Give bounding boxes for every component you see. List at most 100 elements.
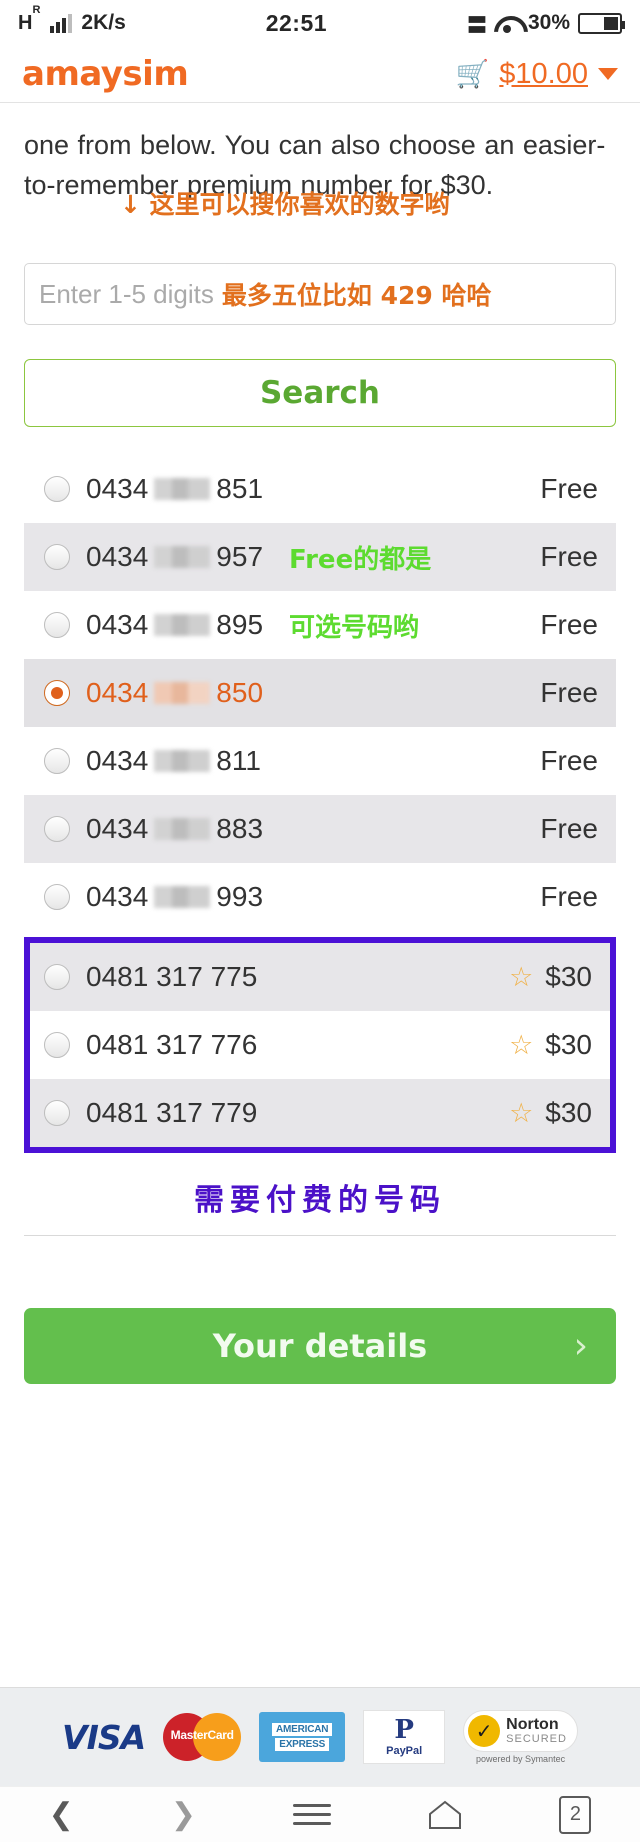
visa-badge: VISA xyxy=(62,1717,146,1757)
price-label: $30 xyxy=(545,1097,592,1128)
price-label: $30 xyxy=(545,1029,592,1060)
price-label: Free xyxy=(540,813,598,844)
norton-secured-badge: ✓ Norton SECURED powered by Symantec xyxy=(463,1709,578,1765)
payment-badges: VISA MasterCard AMERICAN EXPRESS P PayPa… xyxy=(0,1688,640,1786)
radio-button[interactable] xyxy=(44,884,70,910)
masked-digits xyxy=(154,886,211,908)
annotation-search-input: 最多五位比如 429 哈哈 xyxy=(221,281,492,310)
browser-nav-bar: ❮ ❯ 2 xyxy=(0,1786,640,1842)
chevron-right-icon[interactable]: ❯ xyxy=(171,1799,196,1830)
signal-bars-icon xyxy=(50,13,73,33)
star-icon: ☆ xyxy=(509,1097,534,1128)
table-row[interactable]: 0434 957 Free的都是 Free xyxy=(24,523,616,591)
your-details-label: Your details xyxy=(212,1327,428,1365)
price-label: Free xyxy=(540,609,598,640)
status-clock: 22:51 xyxy=(265,9,328,36)
annotation-free-1: Free的都是 xyxy=(289,544,432,575)
masked-digits xyxy=(154,750,211,772)
star-icon: ☆ xyxy=(509,961,534,992)
table-row[interactable]: 0481 317 775 ☆ $30 xyxy=(30,943,610,1011)
wifi-icon xyxy=(494,14,520,33)
price-wrapper: ☆ $30 xyxy=(509,1097,592,1129)
section-divider xyxy=(24,1235,616,1236)
table-row[interactable]: 0481 317 776 ☆ $30 xyxy=(30,1011,610,1079)
table-row[interactable]: 0434 851 Free xyxy=(24,455,616,523)
status-left: HR 2K/s xyxy=(18,3,126,35)
network-type-icon: HR xyxy=(18,3,41,34)
cart-button[interactable]: 🛒 $10.00 xyxy=(456,58,618,91)
battery-percent: 30% xyxy=(527,11,570,34)
status-bar: HR 2K/s 22:51 〓 30% xyxy=(0,0,640,46)
phone-number: 0481 317 776 xyxy=(86,1029,258,1060)
your-details-button[interactable]: Your details › xyxy=(24,1308,616,1384)
masked-digits xyxy=(154,682,211,704)
phone-number: 0434 993 xyxy=(86,881,264,912)
radio-button[interactable] xyxy=(44,748,70,774)
price-label: Free xyxy=(540,473,598,504)
table-row[interactable]: 0481 317 779 ☆ $30 xyxy=(30,1079,610,1147)
amex-badge: AMERICAN EXPRESS xyxy=(259,1709,346,1765)
annotation-premium: 需要付费的号码 xyxy=(194,1183,446,1218)
search-input-placeholder: Enter 1-5 digits xyxy=(39,278,214,309)
home-icon[interactable] xyxy=(428,1800,462,1830)
phone-number: 0434 883 xyxy=(86,813,264,844)
radio-button[interactable] xyxy=(44,544,70,570)
radio-button[interactable] xyxy=(44,1032,70,1058)
price-label: Free xyxy=(540,677,598,708)
radio-button[interactable] xyxy=(44,1100,70,1126)
chevron-right-icon: › xyxy=(573,1325,588,1367)
premium-number-list: 0481 317 775 ☆ $30 0481 317 776 ☆ $30 04… xyxy=(24,937,616,1153)
mastercard-badge: MasterCard xyxy=(163,1709,242,1765)
star-icon: ☆ xyxy=(509,1029,534,1060)
table-row[interactable]: 0434 993 Free xyxy=(24,863,616,931)
annotation-search-hint: ↓ 这里可以搜你喜欢的数字哟 xyxy=(120,190,450,219)
phone-number: 0481 317 775 xyxy=(86,961,258,992)
checkmark-icon: ✓ xyxy=(468,1715,501,1747)
shopping-cart-icon: 🛒 xyxy=(455,58,490,89)
phone-number: 0434 850 xyxy=(86,677,264,708)
cart-amount: $10.00 xyxy=(499,57,588,90)
battery-icon xyxy=(578,12,625,34)
search-button[interactable]: Search xyxy=(24,359,616,427)
site-header: amaysim 🛒 $10.00 xyxy=(0,46,640,102)
search-input-wrapper[interactable]: Enter 1-5 digits 最多五位比如 429 哈哈 xyxy=(24,263,616,325)
amaysim-logo[interactable]: amaysim xyxy=(22,54,189,94)
price-label: Free xyxy=(540,745,598,776)
masked-digits xyxy=(154,478,211,500)
phone-number: 0434 851 xyxy=(86,473,264,504)
network-speed: 2K/s xyxy=(81,11,126,34)
radio-button[interactable] xyxy=(44,816,70,842)
price-label: Free xyxy=(540,541,598,572)
table-row[interactable]: 0434 895 可选号码哟 Free xyxy=(24,591,616,659)
status-right: 〓 30% xyxy=(466,9,625,38)
price-wrapper: ☆ $30 xyxy=(509,961,592,993)
main-content: one from below. You can also choose an e… xyxy=(0,103,640,1384)
masked-digits xyxy=(154,546,211,568)
table-row-selected[interactable]: 0434 850 Free xyxy=(24,659,616,727)
free-number-list: 0434 851 Free 0434 957 Free的都是 Free 0434 89… xyxy=(24,455,616,931)
table-row[interactable]: 0434 883 Free xyxy=(24,795,616,863)
radio-button[interactable] xyxy=(44,612,70,638)
hamburger-menu-icon[interactable] xyxy=(293,1804,332,1825)
radio-button[interactable] xyxy=(44,964,70,990)
masked-digits xyxy=(154,818,211,840)
tab-count-button[interactable]: 2 xyxy=(559,1795,592,1834)
phone-screen: HR 2K/s 22:51 〓 30% amaysim 🛒 $10.00 one… xyxy=(0,0,640,1842)
chevron-left-icon[interactable]: ❮ xyxy=(49,1799,74,1830)
phone-number: 0434 895 xyxy=(86,609,264,640)
phone-number: 0434 811 xyxy=(86,745,261,776)
annotation-free-2: 可选号码哟 xyxy=(289,612,420,643)
chevron-down-icon xyxy=(598,68,618,80)
price-label: Free xyxy=(540,881,598,912)
masked-digits xyxy=(154,614,211,636)
phone-number: 0481 317 779 xyxy=(86,1097,258,1128)
blurb-clipped-line xyxy=(24,111,616,125)
radio-button[interactable] xyxy=(44,476,70,502)
price-wrapper: ☆ $30 xyxy=(509,1029,592,1061)
radio-button-selected[interactable] xyxy=(44,680,70,706)
paypal-badge: P PayPal xyxy=(363,1709,446,1765)
phone-number: 0434 957 xyxy=(86,541,264,572)
table-row[interactable]: 0434 811 Free xyxy=(24,727,616,795)
price-label: $30 xyxy=(545,961,592,992)
vibrate-icon: 〓 xyxy=(466,14,487,37)
